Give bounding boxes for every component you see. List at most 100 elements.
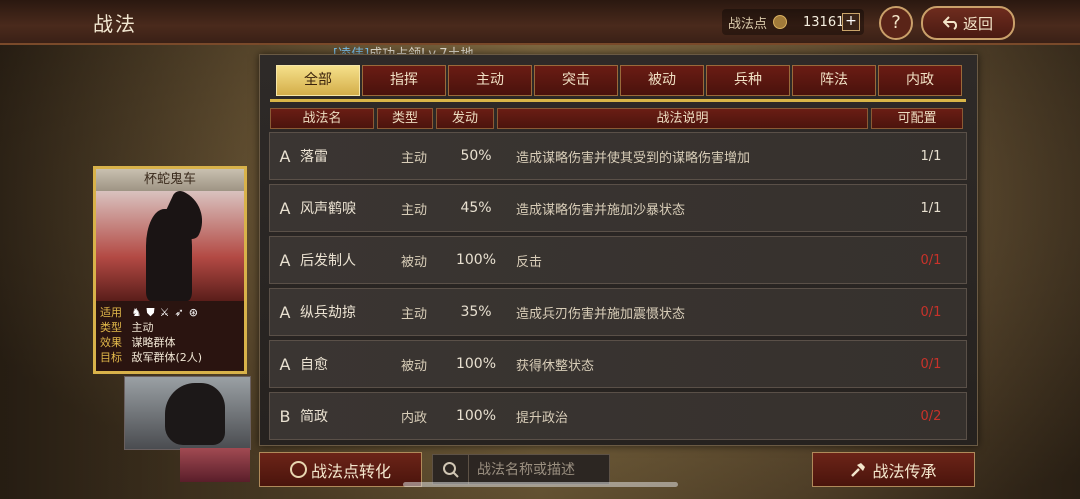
crossed-swords-icon: ⚔ xyxy=(159,306,170,319)
table-row[interactable]: A 纵兵劫掠 主动 35% 造成兵刃伤害并施加震慑状态 0/1 xyxy=(269,288,967,336)
row-rate: 100% xyxy=(455,252,497,268)
table-row[interactable]: A 后发制人 被动 100% 反击 0/1 xyxy=(269,236,967,284)
row-type: 主动 xyxy=(400,150,427,166)
row-name: 后发制人 xyxy=(300,253,356,269)
add-points-button[interactable]: + xyxy=(842,13,860,31)
wheel-icon: ⊛ xyxy=(188,306,198,319)
card-art-figure xyxy=(146,209,192,301)
back-arrow-icon xyxy=(942,16,958,30)
row-desc: 造成谋略伤害并施加沙暴状态 xyxy=(516,202,686,218)
inherit-tactics-button[interactable]: 战法传承 xyxy=(812,452,975,487)
top-bar: 战法 战法点 13161 + ? 返回 xyxy=(0,0,1080,45)
row-slots: 0/1 xyxy=(920,304,942,320)
points-value: 13161 xyxy=(803,14,845,30)
header-type[interactable]: 类型 xyxy=(377,108,433,129)
row-grade: A xyxy=(279,146,291,166)
shield-icon: ⛊ xyxy=(146,306,155,319)
tab-active[interactable]: 主动 xyxy=(448,65,532,96)
card-info-label: 适用 xyxy=(100,306,122,319)
row-type: 内政 xyxy=(400,410,427,426)
tactics-panel: 全部 指挥 主动 突击 被动 兵种 阵法 内政 战法名 类型 发动 战法说明 可… xyxy=(259,54,978,446)
card-info-value: 敌军群体(2人) xyxy=(131,351,203,364)
row-desc: 提升政治 xyxy=(516,410,569,426)
row-slots: 1/1 xyxy=(920,148,942,164)
card-art-figure xyxy=(165,383,225,445)
row-desc: 获得休整状态 xyxy=(516,358,595,374)
row-grade: A xyxy=(279,250,291,270)
tactics-list: A 落雷 主动 50% 造成谋略伤害并使其受到的谋略伤害增加 1/1 A 风声鹤… xyxy=(269,132,967,444)
hammer-icon xyxy=(851,462,866,477)
row-type: 被动 xyxy=(400,358,427,374)
row-grade: A xyxy=(279,302,291,322)
back-button-label: 返回 xyxy=(962,14,993,33)
row-name: 自愈 xyxy=(300,357,328,373)
inherit-tactics-label: 战法传承 xyxy=(872,461,937,481)
card-info-value: 主动 xyxy=(131,321,154,334)
row-type: 被动 xyxy=(400,254,427,270)
tab-troop[interactable]: 兵种 xyxy=(706,65,790,96)
row-desc: 反击 xyxy=(516,254,543,270)
troop-type-icons: ♞ ⛊ ⚔ ➶ ⊛ xyxy=(132,305,198,320)
card-info-label: 类型 xyxy=(100,321,122,334)
header-slots[interactable]: 可配置 xyxy=(871,108,963,129)
card-info: 适用 ♞ ⛊ ⚔ ➶ ⊛ 类型 主动 效果 谋略群体 目标 敌军群体(2人) xyxy=(100,305,202,365)
table-row[interactable]: A 风声鹤唳 主动 45% 造成谋略伤害并施加沙暴状态 1/1 xyxy=(269,184,967,232)
row-name: 风声鹤唳 xyxy=(300,201,356,217)
row-slots: 0/1 xyxy=(920,356,942,372)
header-rate[interactable]: 发动 xyxy=(436,108,494,129)
card-info-value: 谋略群体 xyxy=(131,336,176,349)
tab-underline xyxy=(270,99,966,102)
coin-icon xyxy=(773,15,788,29)
tab-all[interactable]: 全部 xyxy=(276,65,360,96)
row-grade: A xyxy=(279,198,291,218)
header-name[interactable]: 战法名 xyxy=(270,108,374,129)
search-input[interactable] xyxy=(469,460,609,479)
points-label: 战法点 xyxy=(728,16,768,32)
card-info-label: 效果 xyxy=(100,336,122,349)
header-desc: 战法说明 xyxy=(497,108,868,129)
row-rate: 100% xyxy=(455,408,497,424)
tab-assault[interactable]: 突击 xyxy=(534,65,618,96)
row-type: 主动 xyxy=(400,306,427,322)
row-rate: 100% xyxy=(455,356,497,372)
tab-domestic[interactable]: 内政 xyxy=(878,65,962,96)
search-icon xyxy=(442,461,459,478)
row-desc: 造成兵刃伤害并施加震慑状态 xyxy=(516,306,686,322)
card-info-label: 目标 xyxy=(100,351,122,364)
row-type: 主动 xyxy=(400,202,427,218)
table-row[interactable]: A 落雷 主动 50% 造成谋略伤害并使其受到的谋略伤害增加 1/1 xyxy=(269,132,967,180)
tactic-detail-card[interactable]: 杯蛇鬼车 适用 ♞ ⛊ ⚔ ➶ ⊛ 类型 主动 效果 谋略群体 目标 敌军群体(… xyxy=(93,166,247,374)
row-rate: 50% xyxy=(460,148,492,164)
tab-formation[interactable]: 阵法 xyxy=(792,65,876,96)
spear-icon: ➶ xyxy=(174,306,184,319)
card-title: 杯蛇鬼车 xyxy=(96,169,244,191)
search-box xyxy=(432,454,610,485)
tactic-card[interactable] xyxy=(180,448,250,482)
row-grade: B xyxy=(279,406,291,426)
row-rate: 45% xyxy=(460,200,492,216)
tab-command[interactable]: 指挥 xyxy=(362,65,446,96)
convert-points-button[interactable]: 战法点转化 xyxy=(259,452,422,487)
back-button[interactable]: 返回 xyxy=(921,6,1015,40)
help-button[interactable]: ? xyxy=(879,6,913,40)
row-slots: 0/2 xyxy=(920,408,942,424)
row-slots: 1/1 xyxy=(920,200,942,216)
home-indicator xyxy=(403,482,678,487)
tab-passive[interactable]: 被动 xyxy=(620,65,704,96)
row-desc: 造成谋略伤害并使其受到的谋略伤害增加 xyxy=(516,150,751,166)
row-name: 简政 xyxy=(300,409,328,425)
coin-icon xyxy=(289,461,307,478)
row-name: 纵兵劫掠 xyxy=(300,305,356,321)
table-row[interactable]: B 简政 内政 100% 提升政治 0/2 xyxy=(269,392,967,440)
points-display: 战法点 13161 + xyxy=(722,9,864,35)
search-button[interactable] xyxy=(433,455,469,484)
row-slots: 0/1 xyxy=(920,252,942,268)
filter-tabs: 全部 指挥 主动 突击 被动 兵种 阵法 内政 xyxy=(276,65,962,96)
cavalry-icon: ♞ xyxy=(131,306,142,319)
card-illustration xyxy=(96,188,244,301)
table-row[interactable]: A 自愈 被动 100% 获得休整状态 0/1 xyxy=(269,340,967,388)
table-header: 战法名 类型 发动 战法说明 可配置 xyxy=(270,108,963,129)
row-name: 落雷 xyxy=(300,149,328,165)
tactic-card[interactable] xyxy=(124,376,251,450)
page-title: 战法 xyxy=(93,12,137,36)
